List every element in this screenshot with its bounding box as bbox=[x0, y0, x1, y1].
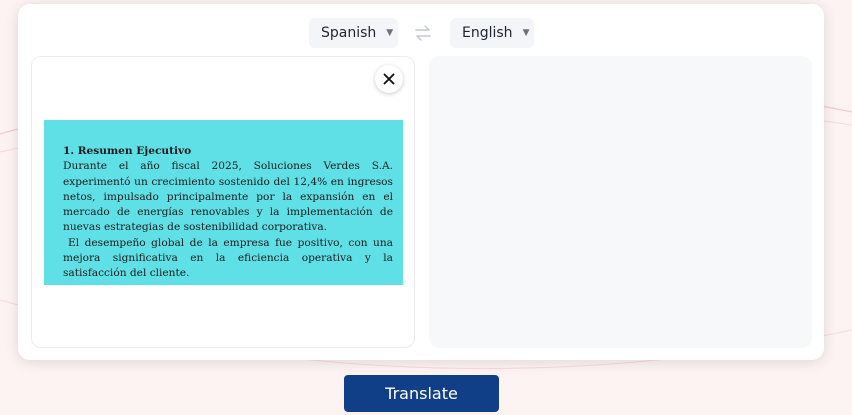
close-icon bbox=[383, 73, 395, 85]
translate-button[interactable]: Translate bbox=[344, 375, 499, 412]
source-language-select[interactable]: Spanish ▼ bbox=[309, 18, 398, 48]
source-language-label: Spanish bbox=[321, 25, 377, 41]
uploaded-document-image: 1. Resumen Ejecutivo Durante el año fisc… bbox=[44, 120, 403, 285]
document-paragraph: Durante el año fiscal 2025, Soluciones V… bbox=[63, 160, 393, 234]
document-heading: 1. Resumen Ejecutivo bbox=[63, 145, 192, 157]
caret-down-icon: ▼ bbox=[522, 28, 530, 38]
target-language-label: English bbox=[462, 25, 513, 41]
close-button[interactable] bbox=[375, 65, 403, 93]
document-paragraph: El desempeño global de la empresa fue po… bbox=[63, 236, 393, 280]
source-panel: 1. Resumen Ejecutivo Durante el año fisc… bbox=[31, 56, 415, 348]
translator-card: Spanish ▼ English ▼ 1. Resumen Ejecutivo… bbox=[18, 4, 824, 360]
target-language-select[interactable]: English ▼ bbox=[450, 18, 534, 48]
target-panel bbox=[429, 56, 812, 348]
caret-down-icon: ▼ bbox=[386, 28, 394, 38]
swap-arrows-icon[interactable] bbox=[414, 23, 432, 43]
